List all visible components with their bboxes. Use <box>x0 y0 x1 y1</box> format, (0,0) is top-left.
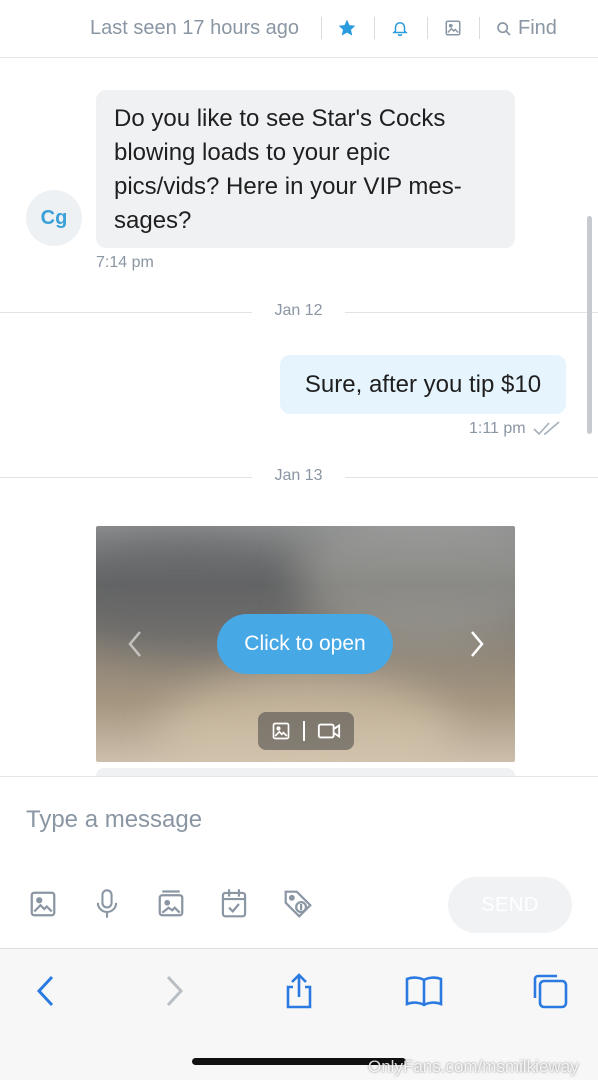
message-input[interactable] <box>26 803 566 837</box>
media-type-badge <box>258 712 354 750</box>
forward-icon[interactable] <box>155 971 195 1011</box>
chat-header: Last seen 17 hours ago Find <box>0 0 598 58</box>
date-label: Jan 13 <box>274 467 323 484</box>
header-divider <box>321 17 322 39</box>
click-to-open-button[interactable]: Click to open <box>217 614 393 674</box>
watermark: OnlyFans.com/msmilkieway <box>368 1057 579 1076</box>
message-text: Sure, after you tip $10 <box>304 370 542 398</box>
photo-icon <box>272 722 290 740</box>
header-divider <box>427 17 428 39</box>
chat-screen: Last seen 17 hours ago Find Cg Do you li… <box>0 0 598 1080</box>
video-icon <box>317 723 341 739</box>
vault-icon[interactable] <box>153 885 189 923</box>
message-list[interactable]: Cg Do you like to see Star's Cocks blowi… <box>0 58 598 776</box>
message-time: 7:14 pm <box>96 254 154 271</box>
last-seen-status: Last seen 17 hours ago <box>90 17 300 39</box>
chevron-left-icon[interactable] <box>120 626 150 662</box>
calendar-icon[interactable] <box>216 885 252 923</box>
search-icon <box>497 21 511 36</box>
back-icon[interactable] <box>25 971 65 1011</box>
find-label: Find <box>518 17 557 39</box>
bell-icon[interactable] <box>389 17 411 39</box>
find-button[interactable]: Find <box>496 17 557 40</box>
image-icon[interactable] <box>25 885 61 923</box>
chevron-right-icon[interactable] <box>462 626 492 662</box>
message-time: 1:11 pm <box>469 420 526 437</box>
outgoing-message-bubble: Sure, after you tip $10 <box>280 355 566 414</box>
avatar[interactable]: Cg <box>26 190 82 246</box>
star-icon[interactable] <box>336 17 358 39</box>
send-button[interactable]: SEND <box>448 877 572 933</box>
read-receipt-icon <box>533 421 560 436</box>
scrollbar[interactable] <box>587 216 592 434</box>
tabs-icon[interactable] <box>530 971 570 1011</box>
date-label: Jan 12 <box>274 302 323 319</box>
badge-divider <box>303 721 305 741</box>
locked-media-preview[interactable]: Click to open <box>96 526 515 762</box>
bookmarks-icon[interactable] <box>404 971 444 1011</box>
message-text: Do you like to see Star's Cocks blowing … <box>114 105 462 234</box>
date-separator: Jan 12 <box>0 302 598 322</box>
message-composer: SEND <box>0 776 598 948</box>
header-divider <box>479 17 480 39</box>
share-icon[interactable] <box>279 971 319 1011</box>
header-divider <box>374 17 375 39</box>
message-meta: 1:11 pm <box>469 420 562 438</box>
price-tag-icon[interactable] <box>280 885 316 923</box>
avatar-initials: Cg <box>40 206 68 229</box>
incoming-message-bubble: Do you like to see Star's Cocks blowing … <box>96 90 515 248</box>
image-icon[interactable] <box>442 17 464 39</box>
next-message-peek <box>96 768 515 776</box>
microphone-icon[interactable] <box>89 885 125 923</box>
date-separator: Jan 13 <box>0 467 598 487</box>
